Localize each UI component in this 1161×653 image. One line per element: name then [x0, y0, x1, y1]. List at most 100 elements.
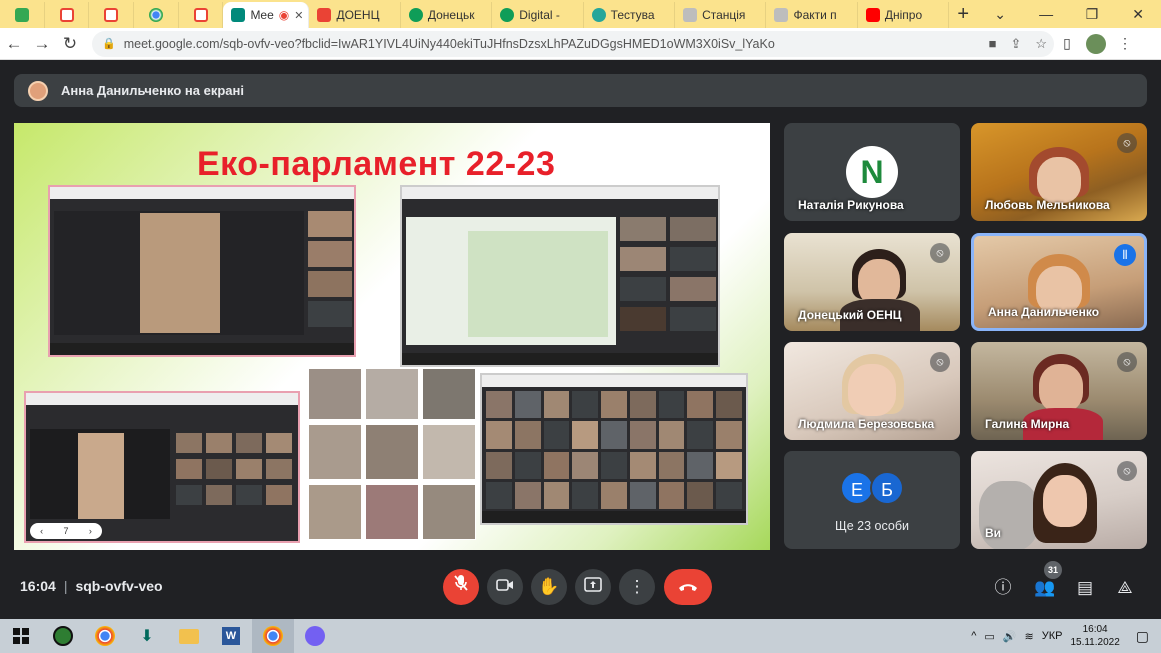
chevron-up-icon[interactable]: ^ — [971, 630, 976, 642]
meeting-details-button[interactable]: ⓘ — [990, 575, 1016, 601]
photo — [422, 424, 476, 480]
lock-icon[interactable]: 🔒 — [102, 37, 116, 50]
tab-classroom[interactable] — [0, 2, 45, 28]
mic-off-icon: ⦸ — [1117, 461, 1137, 481]
participant-name: Галина Мирна — [985, 417, 1070, 431]
camera-icon[interactable]: ■ — [989, 36, 997, 51]
camera-icon — [496, 579, 513, 591]
battery-icon[interactable]: ▭ — [984, 630, 994, 643]
back-button[interactable]: ← — [0, 34, 28, 54]
slide-pager[interactable]: ‹ 7 › — [30, 523, 102, 539]
participant-tile[interactable]: N Наталія Рикунова — [784, 123, 960, 221]
wifi-icon[interactable]: ≋ — [1025, 630, 1034, 643]
tab-doents[interactable]: ДОЕНЦ — [309, 2, 401, 28]
share-icon[interactable]: ⇪ — [1010, 36, 1021, 52]
taskbar-explorer[interactable] — [168, 619, 210, 653]
menu-icon[interactable]: ⋮ — [1112, 35, 1138, 52]
chevron-left-icon[interactable]: ‹ — [40, 526, 43, 536]
clock-date: 15.11.2022 — [1070, 637, 1120, 648]
chrome-icon — [148, 8, 163, 22]
windows-icon — [13, 628, 29, 644]
info-icon: ⓘ — [994, 578, 1012, 597]
tab-digital[interactable]: Digital - — [492, 2, 584, 28]
participant-name: Людмила Березовська — [798, 417, 935, 431]
bookmark-star-icon[interactable]: ☆ — [1035, 36, 1047, 52]
raise-hand-button[interactable]: ✋ — [531, 569, 567, 605]
avatar-letter: Б — [881, 480, 893, 500]
url-text[interactable]: meet.google.com/sqb-ovfv-veo?fbclid=IwAR… — [124, 37, 982, 51]
reload-button[interactable]: ↻ — [56, 34, 84, 54]
participant-tile[interactable]: ⦸ Людмила Березовська — [784, 342, 960, 440]
forward-button[interactable]: → — [28, 34, 56, 54]
classroom-icon — [14, 8, 29, 22]
taskbar-viber[interactable] — [294, 619, 336, 653]
presenting-label: Анна Данильченко на екрані — [61, 83, 244, 98]
tab-label: Факти п — [793, 8, 837, 22]
address-bar[interactable]: 🔒 meet.google.com/sqb-ovfv-veo?fbclid=Iw… — [92, 30, 1054, 57]
present-button[interactable] — [575, 569, 611, 605]
taskbar-word[interactable]: W — [210, 619, 252, 653]
new-tab-button[interactable]: + — [949, 3, 977, 26]
os-taskbar: ⬇ W ^ ▭ 🔊 ≋ УКР 16:04 15.11.2022 ▢ — [0, 619, 1161, 653]
meeting-info: 16:04 | sqb-ovfv-veo — [20, 578, 163, 594]
page-icon — [683, 8, 698, 22]
separator: | — [63, 578, 68, 594]
participant-tile[interactable]: ⦀ Анна Данильченко — [971, 233, 1147, 331]
screenshot-thumbnail — [48, 185, 356, 357]
tab-meet[interactable]: Mee ◉ ✕ — [223, 2, 310, 28]
more-options-button[interactable]: ⋮ — [619, 569, 655, 605]
tab-gmail-1[interactable] — [45, 2, 90, 28]
site-icon — [500, 8, 515, 22]
participant-tile[interactable]: ⦸ Любовь Мельникова — [971, 123, 1147, 221]
hand-icon: ✋ — [538, 577, 560, 596]
tab-gmail-2[interactable] — [89, 2, 135, 28]
taskbar-app[interactable]: ⬇ — [126, 619, 168, 653]
participant-tile[interactable]: ⦸ Галина Мирна — [971, 342, 1147, 440]
mic-toggle-button[interactable] — [443, 569, 479, 605]
tab-testing[interactable]: Тестува — [584, 2, 676, 28]
tab-chrome[interactable] — [134, 2, 179, 28]
camera-toggle-button[interactable] — [487, 569, 523, 605]
participant-tile-self[interactable]: ⦸ Ви — [971, 451, 1147, 549]
minimize-button[interactable]: — — [1023, 6, 1069, 22]
photo — [365, 484, 419, 540]
tab-label: Тестува — [610, 8, 655, 22]
meet-window: Анна Данильченко на екрані Еко-парламент… — [0, 61, 1161, 619]
notifications-icon[interactable]: ▢ — [1136, 628, 1149, 645]
windows-start-button[interactable] — [0, 619, 42, 653]
chevron-down-icon[interactable]: ⌄ — [977, 6, 1023, 23]
avatar[interactable] — [1086, 33, 1106, 54]
tab-facts[interactable]: Факти п — [766, 2, 858, 28]
more-participants-label: Ще 23 особи — [835, 519, 909, 533]
clock[interactable]: 16:04 15.11.2022 — [1070, 623, 1119, 649]
language-indicator[interactable]: УКР — [1042, 630, 1063, 642]
chrome-icon — [95, 626, 115, 646]
app-icon — [53, 626, 73, 646]
close-icon[interactable]: ✕ — [294, 9, 303, 22]
participant-tile[interactable]: Е Б Ще 23 особи — [784, 451, 960, 549]
participant-name: Ви — [985, 526, 1002, 540]
volume-icon[interactable]: 🔊 — [1003, 630, 1017, 643]
tab-dnipro[interactable]: Дніпро — [858, 2, 950, 28]
taskbar-chrome[interactable] — [84, 619, 126, 653]
mic-off-icon: ⦸ — [930, 243, 950, 263]
participant-tile[interactable]: ⦸ Донецький ОЕНЦ — [784, 233, 960, 331]
taskbar-app[interactable] — [42, 619, 84, 653]
leave-call-button[interactable] — [664, 569, 712, 605]
activities-button[interactable]: ⟁ — [1112, 575, 1138, 601]
restore-button[interactable]: ❐ — [1069, 6, 1115, 23]
tab-station[interactable]: Станція — [675, 2, 767, 28]
mic-off-icon: ⦸ — [930, 352, 950, 372]
tab-gmail-3[interactable] — [179, 2, 224, 28]
close-window-button[interactable]: ✕ — [1115, 6, 1161, 23]
screenshot-thumbnail — [400, 185, 720, 367]
chevron-right-icon[interactable]: › — [89, 526, 92, 536]
tab-donetsk[interactable]: Донецьк — [401, 2, 493, 28]
chat-button[interactable]: ▤ — [1072, 575, 1098, 601]
taskbar-chrome-active[interactable] — [252, 619, 294, 653]
meet-icon — [231, 8, 246, 22]
gmail-icon — [193, 8, 208, 22]
sidepanel-icon[interactable]: ▯ — [1054, 35, 1080, 52]
avatar: Е — [840, 471, 874, 505]
photo — [308, 424, 362, 480]
